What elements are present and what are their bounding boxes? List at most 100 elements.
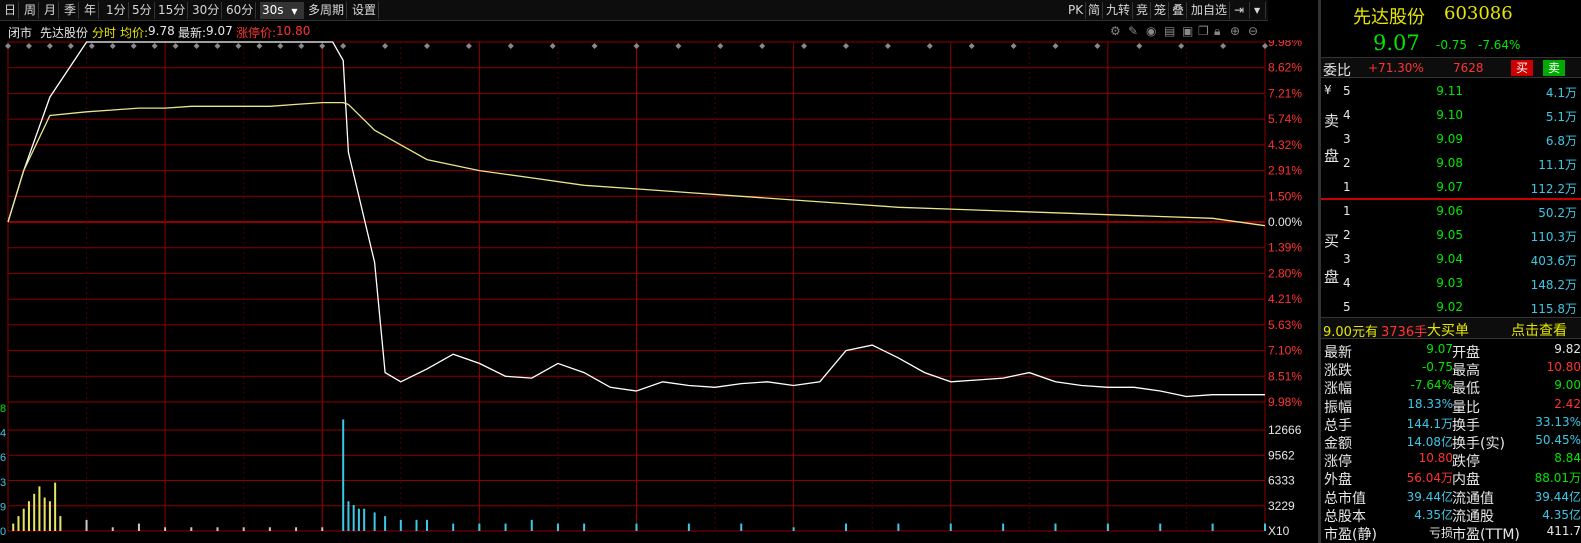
sell-button[interactable]: 卖 <box>1543 60 1565 76</box>
volume-bar <box>17 516 20 531</box>
big-order-qty: 3736手 <box>1381 325 1428 340</box>
add-watchlist-button[interactable]: 加自选 <box>1189 2 1231 19</box>
simple-button[interactable]: 简 <box>1086 2 1104 19</box>
period-30min-button[interactable]: 30分 <box>190 2 223 19</box>
ask-volume: 112.2万 <box>1530 182 1577 196</box>
volume-bar <box>426 519 428 531</box>
ask-row[interactable]: 4 9.10 5.1万 <box>1321 106 1581 126</box>
period-15min-button[interactable]: 15分 <box>156 2 189 19</box>
bid-row[interactable]: 5 9.02 115.8万 <box>1321 298 1581 318</box>
volume-bar <box>949 523 952 531</box>
period-30s-dropdown[interactable]: 30s ▼ <box>260 2 304 19</box>
pk-button[interactable]: PK <box>1066 2 1087 19</box>
period-month-button[interactable]: 月 <box>42 2 60 19</box>
big-order-banner[interactable]: 9.00元有 3736手 大买单 点击查看 <box>1321 317 1581 340</box>
toolbar-chevron-down-icon[interactable]: ▼ <box>1252 2 1266 19</box>
print-icon[interactable]: ▣ <box>1182 24 1193 38</box>
ask-row[interactable]: 5 9.11 4.1万 <box>1321 82 1581 102</box>
stat-value: 18.33% <box>1407 396 1453 411</box>
limit-marker <box>1094 43 1101 49</box>
bid-button[interactable]: 竞 <box>1134 2 1152 19</box>
period-week-button[interactable]: 周 <box>22 2 40 19</box>
bid-row[interactable]: 4 9.03 148.2万 <box>1321 274 1581 294</box>
price-axis-label: 7.21% <box>1268 86 1302 100</box>
volume-axis-label: X10 <box>1268 524 1290 538</box>
multi-period-button[interactable]: 多周期 <box>306 2 348 19</box>
quote-change: -0.75 <box>1436 38 1468 52</box>
period-1min-button[interactable]: 1分 <box>104 2 129 19</box>
limit-marker <box>1010 43 1017 49</box>
nine-turn-button[interactable]: 九转 <box>1104 2 1134 19</box>
volume-bar <box>242 527 245 531</box>
collapse-panel-icon[interactable]: ⇥ <box>1232 2 1250 19</box>
volume-bar <box>27 501 30 531</box>
bid-row[interactable]: 2 9.05 110.3万 <box>1321 226 1581 246</box>
volume-bar <box>452 523 455 531</box>
bid-row[interactable]: 3 9.04 403.6万 <box>1321 250 1581 270</box>
volume-bar <box>1002 523 1005 531</box>
ask-row[interactable]: 2 9.08 11.1万 <box>1321 154 1581 174</box>
cage-button[interactable]: 笼 <box>1152 2 1170 19</box>
limit-marker <box>1220 43 1227 49</box>
price-axis-label: 8.51% <box>1268 369 1302 383</box>
zoom-out-icon[interactable]: ⊖ <box>1248 24 1258 38</box>
volume-bar <box>478 523 481 531</box>
period-5min-button[interactable]: 5分 <box>130 2 155 19</box>
zoom-in-icon[interactable]: ⊕ <box>1230 24 1240 38</box>
limit-marker <box>926 43 933 49</box>
limit-marker <box>591 43 598 49</box>
volume-bar <box>164 527 167 531</box>
volume-bar <box>85 519 88 531</box>
volume-bar <box>845 523 847 531</box>
bid-price: 9.06 <box>1436 204 1463 218</box>
price-axis-label: 2.80% <box>1268 266 1302 280</box>
stat-value: 8.84 <box>1554 451 1581 466</box>
ask-row[interactable]: 1 9.07 112.2万 <box>1321 178 1581 198</box>
settings-button[interactable]: 设置 <box>350 2 380 19</box>
period-year-button[interactable]: 年 <box>82 2 100 19</box>
layers-icon[interactable]: ▤ <box>1164 24 1175 38</box>
intraday-chart[interactable]: 9.98% 8.62% 7.21% 5.74% 4.32% 2.91% 1.50% 0.00%… <box>0 35 1318 543</box>
stats-row: 最新 9.07 开盘 9.82 <box>1321 341 1581 361</box>
price-axis-label: 1.39% <box>1268 241 1302 255</box>
volume-bar <box>556 523 559 531</box>
volume-axis-label: 12666 <box>1268 423 1302 437</box>
limit-marker <box>340 43 347 49</box>
limit-marker <box>25 43 32 49</box>
volume-bar <box>137 523 140 531</box>
gear-icon[interactable]: ⚙ <box>1110 24 1121 38</box>
ask-row[interactable]: 3 9.09 6.8万 <box>1321 130 1581 150</box>
volume-bar <box>347 501 350 531</box>
volume-bar <box>1054 523 1057 531</box>
bid-volume: 115.8万 <box>1530 302 1577 316</box>
copy-icon[interactable]: ❐ <box>1198 24 1209 38</box>
price-axis-label: 7.10% <box>1268 344 1302 358</box>
period-quarter-button[interactable]: 季 <box>62 2 80 19</box>
limit-marker <box>382 43 389 49</box>
limit-marker <box>109 43 116 49</box>
volume-bar <box>1106 523 1109 531</box>
overlay-button[interactable]: 叠 <box>1170 2 1188 19</box>
price-axis-label: 9.98% <box>1268 40 1302 49</box>
stat-value: 4.35亿 <box>1542 507 1581 522</box>
buy-button[interactable]: 买 <box>1511 60 1533 76</box>
bid-volume: 148.2万 <box>1530 278 1577 292</box>
ask-volume: 6.8万 <box>1545 134 1577 148</box>
lock-icon[interactable]: 🔒︎ <box>1214 24 1220 39</box>
stat-value: -0.75 <box>1421 360 1453 375</box>
ask-price: 9.11 <box>1436 84 1463 98</box>
limit-marker <box>88 43 95 49</box>
limit-marker <box>465 43 472 49</box>
stat-value: 33.13% <box>1535 414 1581 429</box>
stat-value: 411.7 <box>1546 524 1581 538</box>
period-day-button[interactable]: 日 <box>2 2 20 19</box>
pen-icon[interactable]: ✎ <box>1128 24 1138 38</box>
bid-row[interactable]: 1 9.06 50.2万 <box>1321 202 1581 222</box>
intraday-chart-svg: 9.98% 8.62% 7.21% 5.74% 4.32% 2.91% 1.50% 0.00%… <box>0 35 1302 538</box>
big-order-view-link[interactable]: 点击查看 <box>1511 320 1567 340</box>
eye-icon[interactable]: ◉ <box>1146 24 1156 38</box>
quote-stock-name: 先达股份 <box>1353 7 1425 28</box>
period-60min-button[interactable]: 60分 <box>224 2 257 19</box>
stat-value: 10.80 <box>1546 360 1581 375</box>
weicha-value: 7628 <box>1453 61 1484 75</box>
